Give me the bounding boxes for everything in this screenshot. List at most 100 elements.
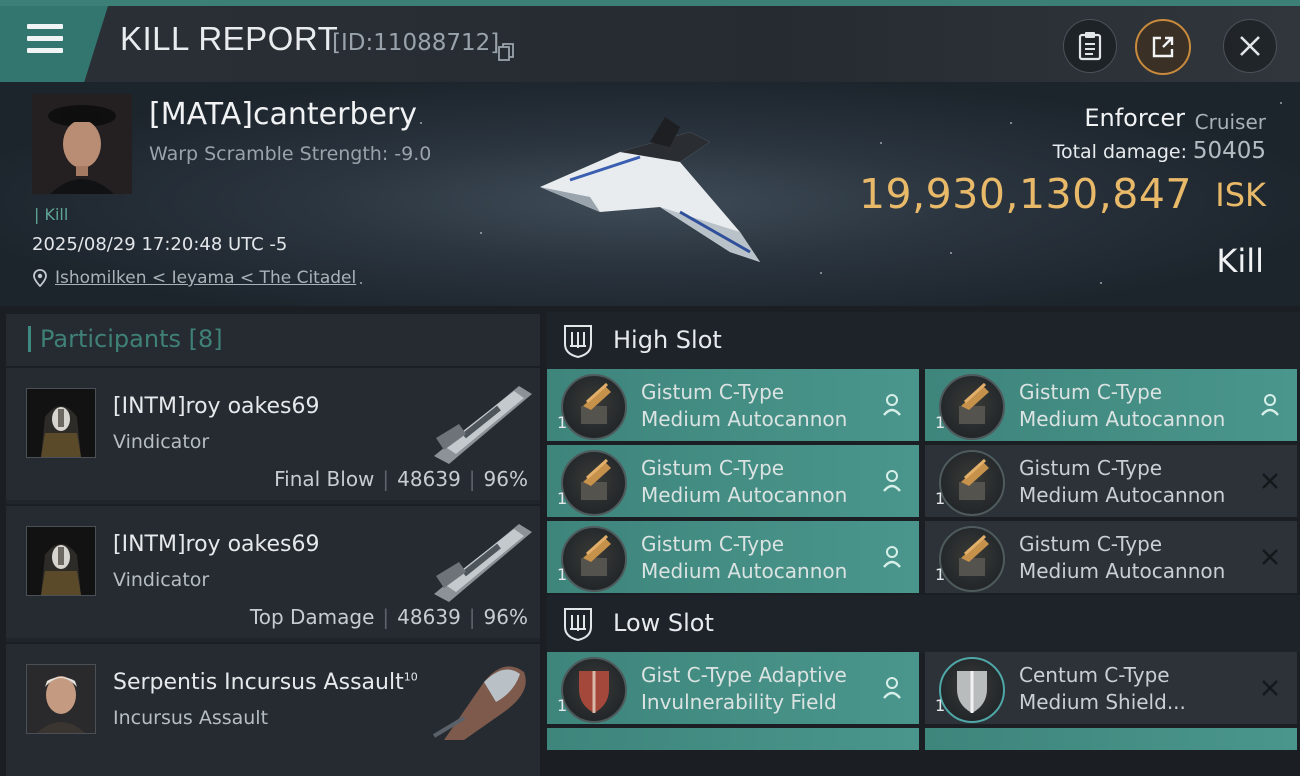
autocannon-icon: [939, 526, 1005, 592]
module-name-line1: Gistum C-Type: [1019, 456, 1163, 480]
participant-avatar: [26, 664, 96, 734]
x-icon: [1262, 549, 1278, 565]
page-title: KILL REPORT: [120, 20, 339, 57]
module-name-line2: Invulnerability Field: [641, 690, 837, 714]
module-quantity: 1: [935, 565, 946, 584]
module-name-line2: Medium Autocannon: [641, 483, 848, 507]
participant-stats: Final Blow | 48639 | 96%: [274, 467, 528, 491]
participant-row[interactable]: [INTM]roy oakes69 Vindicator Top Damage |…: [6, 504, 540, 638]
kill-datetime: 2025/08/29 17:20:48 UTC -5: [32, 234, 288, 255]
module-name-line1: Gistum C-Type: [1019, 532, 1163, 556]
victim-portrait[interactable]: [32, 94, 132, 194]
module-quantity: 1: [557, 489, 568, 508]
participants-header: Participants [8]: [6, 314, 540, 366]
person-icon: [883, 546, 901, 568]
share-button[interactable]: [1135, 19, 1191, 75]
location-pin-icon: [33, 269, 47, 287]
participant-name: [INTM]roy oakes69: [113, 532, 320, 557]
participant-ship-image: [432, 666, 526, 740]
copy-icon[interactable]: [498, 43, 514, 61]
module-slot[interactable]: 1 Gist C-Type Adaptive Invulnerability F…: [547, 652, 919, 724]
low-slot-label: Low Slot: [613, 609, 714, 637]
module-slot[interactable]: 1 Gistum C-Type Medium Autocannon: [547, 445, 919, 517]
high-slot-header: High Slot: [547, 312, 1300, 370]
pilot-avatar-image: [32, 94, 132, 194]
x-icon: [1262, 680, 1278, 696]
module-slot[interactable]: 1 Gistum C-Type Medium Autocannon: [547, 521, 919, 593]
isk-unit: ISK: [1215, 176, 1266, 214]
kill-tag: | Kill: [34, 205, 69, 224]
person-icon: [883, 394, 901, 416]
total-damage-label: Total damage:: [1052, 141, 1187, 163]
module-name-line2: Medium Autocannon: [641, 559, 848, 583]
module-slot[interactable]: 1 Gistum C-Type Medium Autocannon: [925, 369, 1297, 441]
participant-ship-image: [434, 524, 532, 602]
clipboard-button[interactable]: [1063, 19, 1117, 73]
module-quantity: 1: [557, 696, 568, 715]
participant-ship-image: [434, 386, 532, 464]
participant-row[interactable]: Serpentis Incursus Assault10 Incursus As…: [6, 642, 540, 776]
isk-value: 19,930,130,847: [858, 170, 1192, 218]
hamburger-icon: [27, 24, 63, 54]
low-slot-icon: [564, 608, 592, 641]
autocannon-icon: [939, 450, 1005, 516]
top-bar: KILL REPORT [ID:11088712]: [0, 0, 1300, 82]
participant-row[interactable]: [INTM]roy oakes69 Vindicator Final Blow |…: [6, 366, 540, 500]
module-slot-partial[interactable]: [925, 728, 1297, 750]
module-quantity: 1: [557, 413, 568, 432]
module-quantity: 1: [935, 696, 946, 715]
high-slot-icon: [564, 325, 592, 358]
victim-banner: [MATA]canterbery Warp Scramble Strength:…: [0, 82, 1300, 306]
module-name-line1: Gistum C-Type: [641, 532, 785, 556]
warp-scramble-text: Warp Scramble Strength: -9.0: [149, 143, 432, 165]
autocannon-icon: [561, 526, 627, 592]
module-name-line1: Gistum C-Type: [1019, 380, 1163, 404]
shield-module-icon: [561, 657, 627, 723]
module-slot-partial[interactable]: [547, 728, 919, 750]
clipboard-icon: [1078, 32, 1102, 61]
module-slot[interactable]: 1 Gistum C-Type Medium Autocannon: [925, 445, 1297, 517]
total-damage-value: 50405: [1192, 138, 1266, 164]
victim-ship-image: [540, 117, 760, 262]
participant-damage: 48639: [397, 467, 461, 491]
result-label: Kill: [1216, 242, 1264, 280]
participant-name: Serpentis Incursus Assault10: [113, 670, 418, 695]
location-link[interactable]: Ishomilken < Ieyama < The Citadel: [55, 268, 356, 288]
participant-avatar: [26, 388, 96, 458]
close-icon: [1240, 36, 1260, 56]
person-icon: [883, 470, 901, 492]
module-name-line2: Medium Shield...: [1019, 690, 1186, 714]
module-quantity: 1: [557, 565, 568, 584]
menu-button[interactable]: [0, 6, 108, 82]
participant-avatar: [26, 526, 96, 596]
module-quantity: 1: [935, 413, 946, 432]
victim-name[interactable]: [MATA]canterbery: [149, 97, 417, 132]
person-icon: [883, 677, 901, 699]
share-icon: [1152, 36, 1174, 58]
low-slot-header: Low Slot: [547, 595, 1300, 653]
participants-title: Participants [8]: [40, 325, 223, 353]
x-icon: [1262, 473, 1278, 489]
participant-ship: Vindicator: [113, 569, 210, 591]
module-slot[interactable]: 1 Centum C-Type Medium Shield...: [925, 652, 1297, 724]
participant-stats: Top Damage | 48639 | 96%: [249, 605, 528, 629]
module-name-line1: Gist C-Type Adaptive: [641, 663, 847, 687]
participant-role: Top Damage: [249, 605, 375, 629]
victim-ship-class: Cruiser: [1194, 110, 1266, 134]
module-name-line1: Centum C-Type: [1019, 663, 1170, 687]
module-quantity: 1: [935, 489, 946, 508]
report-id: [ID:11088712]: [332, 30, 500, 56]
participant-percent: 96%: [483, 605, 528, 629]
close-button[interactable]: [1223, 19, 1277, 73]
shield-module-icon: [939, 657, 1005, 723]
high-slot-label: High Slot: [613, 326, 722, 354]
participants-panel: Participants [8] [INTM]roy oakes69 Vindi…: [6, 314, 540, 776]
participant-percent: 96%: [483, 467, 528, 491]
module-name-line2: Medium Autocannon: [1019, 559, 1226, 583]
autocannon-icon: [561, 374, 627, 440]
module-name-line2: Medium Autocannon: [641, 407, 848, 431]
module-slot[interactable]: 1 Gistum C-Type Medium Autocannon: [547, 369, 919, 441]
participant-name: [INTM]roy oakes69: [113, 394, 320, 419]
module-slot[interactable]: 1 Gistum C-Type Medium Autocannon: [925, 521, 1297, 593]
module-name-line2: Medium Autocannon: [1019, 483, 1226, 507]
